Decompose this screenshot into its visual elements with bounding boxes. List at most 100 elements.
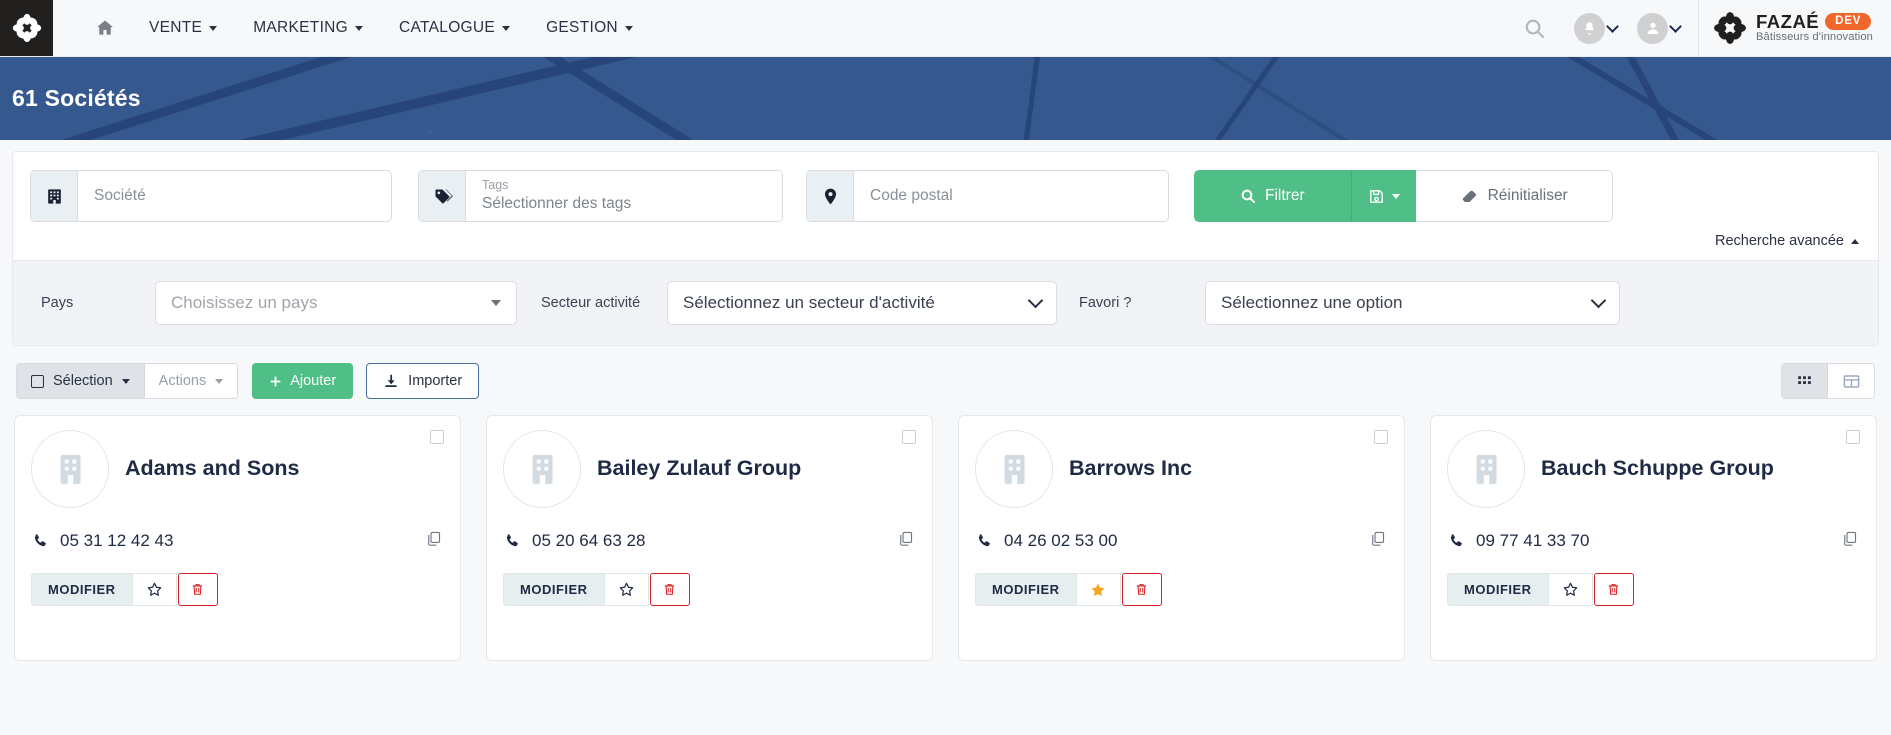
- filter-actions-cluster: Filtrer Réinitialiser: [1194, 170, 1613, 222]
- company-avatar: [503, 430, 581, 508]
- table-view-button[interactable]: [1828, 364, 1874, 398]
- selection-label: Sélection: [53, 373, 113, 389]
- reinitialiser-button[interactable]: Réinitialiser: [1415, 170, 1613, 222]
- code-postal-filter-group[interactable]: Code postal: [806, 170, 1169, 222]
- selection-dropdown[interactable]: Sélection: [17, 364, 145, 398]
- brand-logo-square[interactable]: [0, 0, 53, 56]
- chevron-up-icon: [1851, 238, 1859, 244]
- banner-pattern: [0, 57, 1891, 140]
- tags-input-wrap[interactable]: Tags Sélectionner des tags: [466, 171, 782, 221]
- modifier-button[interactable]: MODIFIER: [975, 573, 1077, 606]
- page-content: Société Tags Sélectionner des tags Code …: [0, 140, 1891, 661]
- user-menu-button[interactable]: [1627, 12, 1690, 44]
- recherche-avancee-label: Recherche avancée: [1715, 233, 1844, 249]
- modifier-button[interactable]: MODIFIER: [31, 573, 133, 606]
- favori-select-value: Sélectionnez une option: [1221, 293, 1403, 312]
- code-postal-input-wrap[interactable]: Code postal: [854, 171, 1168, 221]
- nav-item-vente[interactable]: VENTE: [131, 0, 235, 56]
- filtrer-button[interactable]: Filtrer: [1194, 170, 1351, 222]
- card-select-checkbox[interactable]: [1846, 430, 1860, 444]
- plus-icon: [270, 376, 281, 386]
- card-header: Bauch Schuppe Group: [1447, 430, 1860, 508]
- nav-item-catalogue[interactable]: CATALOGUE: [381, 0, 528, 56]
- save-filter-button[interactable]: [1350, 170, 1416, 222]
- nav-right-actions: FAZAÉ DEV Bâtisseurs d'innovation: [1505, 0, 1891, 57]
- environment-badge: DEV: [1825, 13, 1872, 30]
- actions-label: Actions: [158, 373, 207, 389]
- card-action-buttons: MODIFIER: [31, 573, 444, 606]
- pays-select[interactable]: Choisissez un pays: [155, 281, 517, 325]
- chevron-down-icon: [624, 25, 633, 31]
- actions-dropdown[interactable]: Actions: [144, 364, 238, 398]
- copy-phone-button[interactable]: [1369, 530, 1388, 552]
- main-menu: VENTE MARKETING CATALOGUE GESTION: [53, 0, 651, 56]
- favorite-toggle-button[interactable]: [1076, 573, 1121, 606]
- star-outline-icon: [147, 582, 161, 596]
- company-card[interactable]: Adams and Sons 05 31 12 42 43 MODIFIER: [14, 415, 461, 661]
- ajouter-button[interactable]: Ajouter: [252, 363, 354, 399]
- advanced-search-row: Recherche avancée: [13, 226, 1878, 260]
- modifier-button[interactable]: MODIFIER: [503, 573, 605, 606]
- trash-icon: [192, 584, 203, 595]
- favorite-toggle-button[interactable]: [604, 573, 649, 606]
- filter-fields-row: Société Tags Sélectionner des tags Code …: [13, 152, 1878, 226]
- map-pin-icon: [824, 188, 836, 204]
- star-outline-icon: [619, 582, 633, 596]
- card-phone-row: 04 26 02 53 00: [975, 530, 1388, 552]
- table-view-icon: [1843, 374, 1859, 388]
- card-select-checkbox[interactable]: [902, 430, 916, 444]
- card-select-checkbox[interactable]: [1374, 430, 1388, 444]
- company-card[interactable]: Bailey Zulauf Group 05 20 64 63 28 MODIF…: [486, 415, 933, 661]
- company-logo[interactable]: FAZAÉ DEV Bâtisseurs d'innovation: [1713, 11, 1891, 45]
- copy-phone-button[interactable]: [425, 530, 444, 552]
- delete-button[interactable]: [1593, 573, 1634, 606]
- company-avatar: [1447, 430, 1525, 508]
- importer-label: Importer: [408, 373, 463, 389]
- filtrer-label: Filtrer: [1265, 187, 1305, 204]
- favorite-toggle-button[interactable]: [1548, 573, 1593, 606]
- phone-icon: [506, 534, 518, 547]
- card-select-checkbox[interactable]: [430, 430, 444, 444]
- favori-select[interactable]: Sélectionnez une option: [1205, 281, 1620, 325]
- delete-button[interactable]: [649, 573, 690, 606]
- nav-item-vente-label: VENTE: [149, 19, 203, 36]
- delete-button[interactable]: [1121, 573, 1162, 606]
- company-phone: 05 20 64 63 28: [532, 531, 646, 550]
- card-phone-row: 09 77 41 33 70: [1447, 530, 1860, 552]
- copy-phone-button[interactable]: [897, 530, 916, 552]
- phone-icon: [1450, 534, 1462, 547]
- chevron-down-icon: [1027, 292, 1044, 309]
- nav-home-button[interactable]: [79, 18, 131, 38]
- star-filled-icon: [1091, 582, 1105, 596]
- nav-item-gestion[interactable]: GESTION: [528, 0, 651, 56]
- global-search-button[interactable]: [1505, 0, 1564, 56]
- company-name: Bailey Zulauf Group: [597, 456, 802, 481]
- chevron-down-icon: [121, 378, 130, 384]
- list-toolbar: Sélection Actions Ajouter Importer: [12, 346, 1879, 399]
- notifications-avatar: [1574, 12, 1605, 44]
- societe-input-wrap[interactable]: Société: [78, 171, 391, 221]
- grid-view-button[interactable]: [1782, 364, 1828, 398]
- copy-phone-button[interactable]: [1841, 530, 1860, 552]
- building-icon: [1003, 454, 1025, 484]
- recherche-avancee-toggle[interactable]: Recherche avancée: [1715, 233, 1859, 249]
- favorite-toggle-button[interactable]: [132, 573, 177, 606]
- company-card[interactable]: Bauch Schuppe Group 09 77 41 33 70 MODIF…: [1430, 415, 1877, 661]
- importer-button[interactable]: Importer: [366, 363, 480, 399]
- notifications-button[interactable]: [1564, 12, 1627, 44]
- code-postal-input-placeholder[interactable]: Code postal: [870, 187, 1152, 205]
- chevron-down-icon: [1669, 19, 1682, 33]
- tags-filter-group[interactable]: Tags Sélectionner des tags: [418, 170, 783, 222]
- tags-input-placeholder[interactable]: Sélectionner des tags: [482, 194, 766, 214]
- search-icon: [1241, 189, 1255, 203]
- company-card[interactable]: Barrows Inc 04 26 02 53 00 MODIFIER: [958, 415, 1405, 661]
- societe-input-placeholder[interactable]: Société: [94, 187, 375, 205]
- eraser-icon: [1462, 190, 1476, 202]
- company-name: Bauch Schuppe Group: [1541, 456, 1774, 481]
- delete-button[interactable]: [177, 573, 218, 606]
- modifier-button[interactable]: MODIFIER: [1447, 573, 1549, 606]
- secteur-activite-select[interactable]: Sélectionnez un secteur d'activité: [667, 281, 1057, 325]
- societe-filter-group[interactable]: Société: [30, 170, 392, 222]
- company-phone: 05 31 12 42 43: [60, 531, 174, 550]
- nav-item-marketing[interactable]: MARKETING: [235, 0, 381, 56]
